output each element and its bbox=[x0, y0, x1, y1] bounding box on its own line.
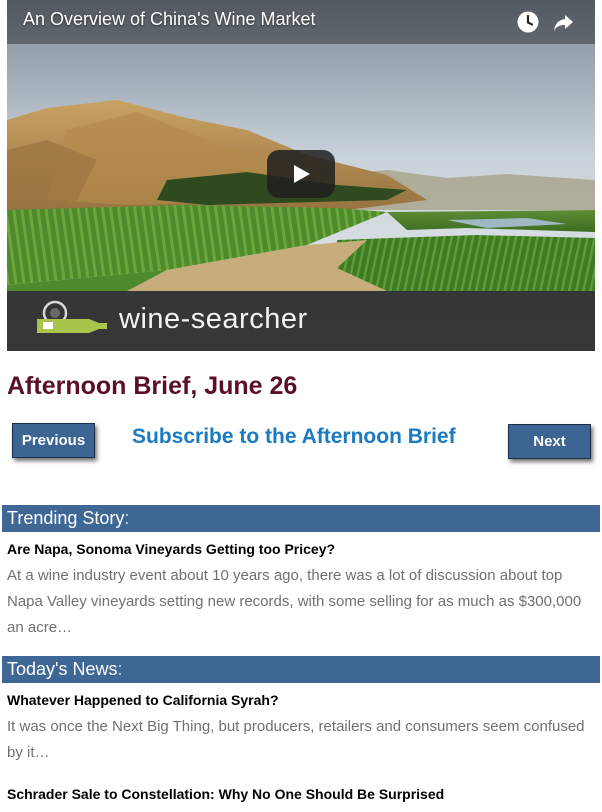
video-player[interactable]: An Overview of China's Wine Market wine-… bbox=[7, 0, 595, 351]
next-button[interactable]: Next bbox=[508, 424, 591, 459]
play-button[interactable] bbox=[267, 150, 335, 198]
section-colon: : bbox=[124, 508, 130, 528]
story-excerpt: At a wine industry event about 10 years … bbox=[7, 567, 582, 636]
previous-button[interactable]: Previous bbox=[12, 423, 95, 458]
brand-name: wine-searcher bbox=[119, 303, 308, 335]
section-colon: : bbox=[117, 659, 123, 679]
clock-icon[interactable] bbox=[516, 10, 540, 34]
wine-bottle-logo-icon bbox=[37, 300, 107, 333]
news-section-header: Today's News: bbox=[2, 656, 600, 683]
trending-section-header: Trending Story: bbox=[2, 505, 600, 532]
story-title[interactable]: Are Napa, Sonoma Vineyards Getting too P… bbox=[7, 541, 335, 557]
section-label: Today's News bbox=[7, 659, 118, 679]
page-title: Afternoon Brief, June 26 bbox=[7, 372, 298, 400]
brand-bar: wine-searcher bbox=[7, 291, 595, 351]
subscribe-link[interactable]: Subscribe to the Afternoon Brief bbox=[132, 425, 456, 449]
share-arrow-icon[interactable] bbox=[552, 10, 576, 34]
story-title[interactable]: Whatever Happened to California Syrah? bbox=[7, 692, 279, 708]
story-title[interactable]: Schrader Sale to Constellation: Why No O… bbox=[7, 786, 444, 802]
section-label: Trending Story bbox=[7, 508, 125, 528]
play-icon bbox=[294, 165, 310, 183]
video-title[interactable]: An Overview of China's Wine Market bbox=[23, 9, 316, 30]
story-excerpt: It was once the Next Big Thing, but prod… bbox=[7, 718, 585, 761]
